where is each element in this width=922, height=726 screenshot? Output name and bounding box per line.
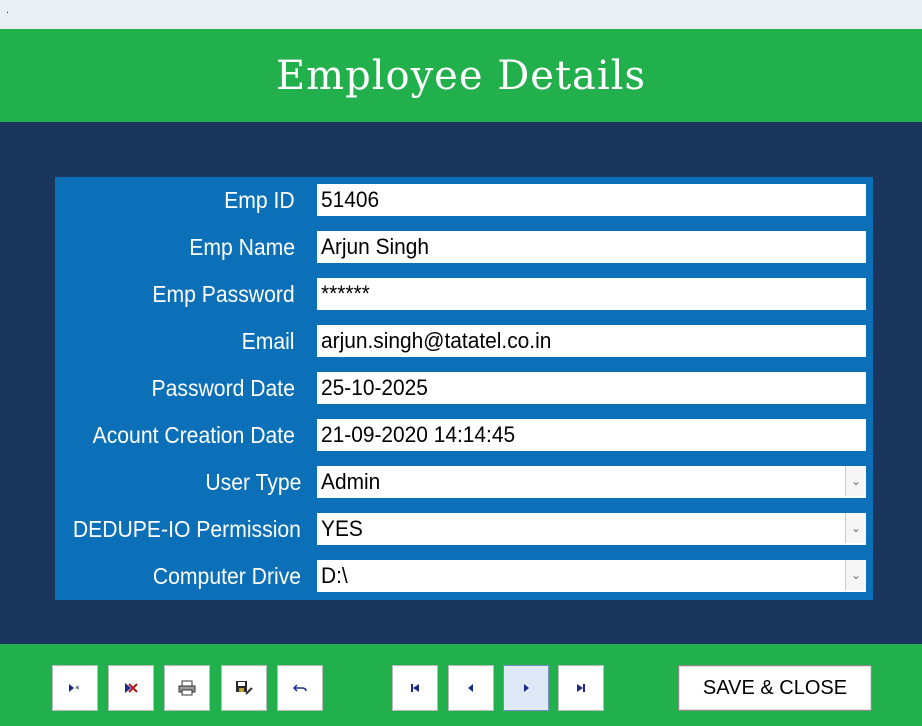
emp-id-value: 51406 — [321, 187, 380, 212]
computer-drive-row: Computer Drive D:\ ⌄ — [55, 559, 873, 593]
previous-record-button[interactable] — [448, 665, 494, 711]
account-creation-date-value: 21-09-2020 14:14:45 — [321, 422, 516, 447]
delete-record-icon — [123, 681, 139, 695]
page-title: Employee Details — [275, 52, 647, 99]
delete-record-button[interactable] — [108, 665, 154, 711]
print-icon — [178, 680, 196, 696]
undo-icon — [293, 682, 307, 694]
dedupe-permission-select[interactable]: YES ⌄ — [317, 513, 866, 545]
last-record-icon — [575, 683, 587, 693]
account-creation-date-row: Acount Creation Date 21-09-2020 14:14:45 — [55, 418, 873, 452]
new-record-icon: * — [68, 683, 82, 693]
emp-id-row: Emp ID 51406 — [55, 183, 873, 217]
emp-id-field[interactable]: 51406 — [317, 184, 866, 216]
top-strip-text: . — [6, 4, 10, 16]
undo-button[interactable] — [277, 665, 323, 711]
employee-form-panel: Emp ID 51406 Emp Name Arjun Singh Emp Pa… — [55, 177, 873, 600]
emp-password-value: ****** — [321, 281, 370, 306]
emp-password-label: Emp Password — [152, 281, 295, 307]
first-record-button[interactable] — [392, 665, 438, 711]
email-field[interactable]: arjun.singh@tatatel.co.in — [317, 325, 866, 357]
print-button[interactable] — [164, 665, 210, 711]
form-footer: * SAVE & CLOSE — [0, 644, 922, 726]
account-creation-date-label: Acount Creation Date — [92, 422, 295, 448]
emp-name-field[interactable]: Arjun Singh — [317, 231, 866, 263]
window-top-strip: . — [0, 0, 922, 29]
save-record-icon — [235, 680, 253, 696]
emp-name-label: Emp Name — [189, 234, 295, 260]
form-header: Employee Details — [0, 29, 922, 122]
account-creation-date-field[interactable]: 21-09-2020 14:14:45 — [317, 419, 866, 451]
computer-drive-value: D:\ — [321, 563, 348, 588]
svg-text:*: * — [75, 685, 80, 693]
save-record-button[interactable] — [221, 665, 267, 711]
password-date-value: 25-10-2025 — [321, 375, 428, 400]
chevron-down-icon[interactable]: ⌄ — [845, 466, 866, 496]
save-and-close-button[interactable]: SAVE & CLOSE — [678, 665, 872, 711]
previous-record-icon — [466, 683, 476, 693]
dedupe-permission-row: DEDUPE-IO Permission YES ⌄ — [55, 512, 873, 546]
chevron-down-icon[interactable]: ⌄ — [845, 560, 866, 590]
first-record-icon — [409, 683, 421, 693]
password-date-field[interactable]: 25-10-2025 — [317, 372, 866, 404]
user-type-select[interactable]: Admin ⌄ — [317, 466, 866, 498]
email-label: Email — [242, 328, 295, 354]
emp-id-label: Emp ID — [224, 187, 295, 213]
emp-name-value: Arjun Singh — [321, 234, 430, 259]
form-body: Emp ID 51406 Emp Name Arjun Singh Emp Pa… — [0, 122, 922, 644]
password-date-label: Password Date — [151, 375, 295, 401]
emp-password-field[interactable]: ****** — [317, 278, 866, 310]
dedupe-permission-value: YES — [321, 516, 363, 541]
dedupe-permission-label: DEDUPE-IO Permission — [72, 516, 301, 542]
user-type-value: Admin — [321, 469, 381, 494]
chevron-down-icon[interactable]: ⌄ — [845, 513, 866, 543]
next-record-icon — [521, 683, 531, 693]
email-value: arjun.singh@tatatel.co.in — [321, 328, 552, 353]
emp-password-row: Emp Password ****** — [55, 277, 873, 311]
user-type-label: User Type — [204, 469, 301, 495]
last-record-button[interactable] — [558, 665, 604, 711]
computer-drive-label: Computer Drive — [152, 563, 301, 589]
next-record-button[interactable] — [503, 665, 549, 711]
user-type-row: User Type Admin ⌄ — [55, 465, 873, 499]
email-row: Email arjun.singh@tatatel.co.in — [55, 324, 873, 358]
emp-name-row: Emp Name Arjun Singh — [55, 230, 873, 264]
computer-drive-select[interactable]: D:\ ⌄ — [317, 560, 866, 592]
new-record-button[interactable]: * — [52, 665, 98, 711]
password-date-row: Password Date 25-10-2025 — [55, 371, 873, 405]
